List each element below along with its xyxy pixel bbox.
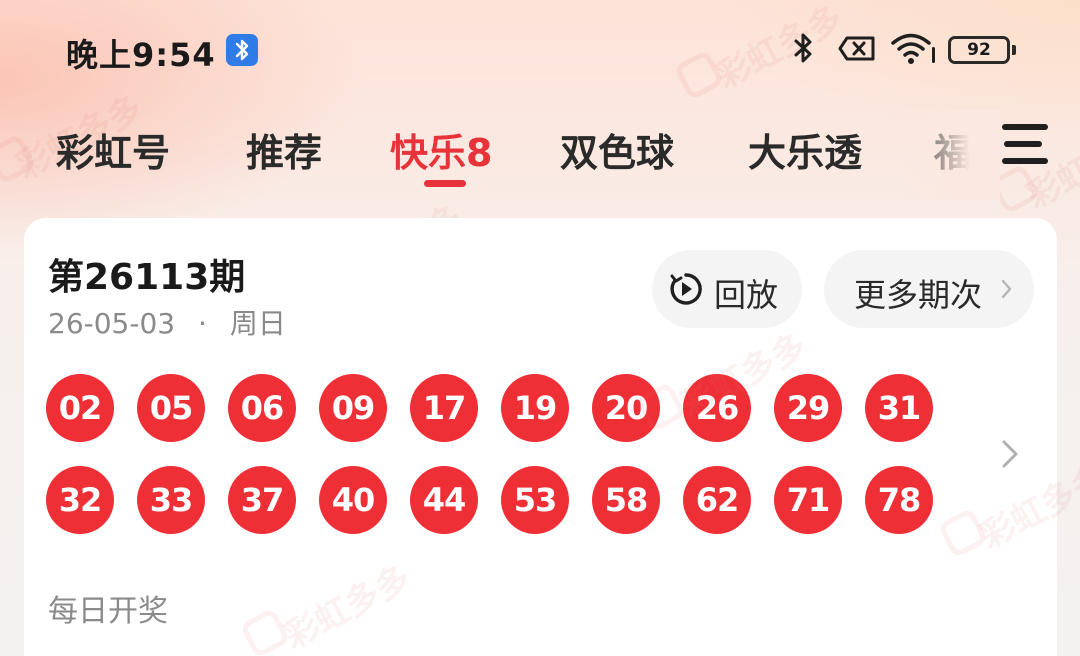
replay-label: 回放 [714, 276, 779, 314]
number-ball: 58 [592, 466, 660, 534]
tab-caihonghao[interactable]: 彩虹号 [56, 122, 170, 177]
tab-daletou[interactable]: 大乐透 [748, 122, 862, 177]
chevron-right-icon [1001, 279, 1012, 299]
chevron-right-icon[interactable] [996, 436, 1026, 472]
draw-date: 26-05-03 [48, 307, 176, 340]
tab-shuangseqiu[interactable]: 双色球 [560, 122, 674, 177]
date-separator: · [198, 307, 207, 340]
number-ball: 53 [501, 466, 569, 534]
number-ball: 20 [592, 374, 660, 442]
number-ball: 05 [137, 374, 205, 442]
watermark-logo [239, 607, 291, 656]
number-ball: 31 [865, 374, 933, 442]
status-bar: 晚上9:54 92 [0, 0, 1080, 100]
tab-fucai[interactable]: 福 [934, 122, 972, 177]
number-ball: 71 [774, 466, 842, 534]
battery-icon: 92 [948, 36, 1016, 64]
number-ball: 29 [774, 374, 842, 442]
no-sim-icon [838, 30, 878, 66]
number-ball: 26 [683, 374, 751, 442]
draw-date-line: 26-05-03 · 周日 [48, 302, 286, 342]
more-issues-button[interactable]: 更多期次 [824, 250, 1034, 328]
tab-active-indicator [424, 180, 466, 187]
bluetooth-badge-icon [226, 34, 258, 66]
number-ball: 17 [410, 374, 478, 442]
category-tabs: 彩虹号 推荐 快乐8 双色球 大乐透 福 [0, 110, 1080, 200]
number-ball: 06 [228, 374, 296, 442]
draw-frequency-note: 每日开奖 [48, 594, 168, 629]
watermark: 彩虹多多 [278, 558, 418, 656]
number-ball: 19 [501, 374, 569, 442]
more-issues-label: 更多期次 [854, 276, 983, 314]
number-ball: 44 [410, 466, 478, 534]
status-time: 晚上9:54 [66, 36, 216, 74]
winning-numbers: 02 05 06 09 17 19 20 26 29 31 32 33 37 4… [46, 374, 946, 534]
draw-weekday: 周日 [229, 307, 286, 340]
number-ball: 09 [319, 374, 387, 442]
number-ball: 40 [319, 466, 387, 534]
number-ball: 62 [683, 466, 751, 534]
number-ball: 78 [865, 466, 933, 534]
tab-tuijian[interactable]: 推荐 [246, 122, 322, 177]
replay-button[interactable]: 回放 [652, 250, 802, 328]
number-ball: 33 [137, 466, 205, 534]
wifi-icon [890, 30, 938, 66]
replay-icon [670, 273, 702, 305]
menu-icon[interactable] [996, 120, 1048, 168]
issue-number: 第26113期 [48, 257, 246, 298]
number-ball: 32 [46, 466, 114, 534]
draw-result-card[interactable]: 第26113期 26-05-03 · 周日 回放 更多期次 02 05 06 0… [24, 218, 1080, 656]
number-ball: 02 [46, 374, 114, 442]
bluetooth-icon [790, 30, 818, 66]
number-ball: 37 [228, 466, 296, 534]
tab-kuaile8[interactable]: 快乐8 [390, 122, 492, 177]
